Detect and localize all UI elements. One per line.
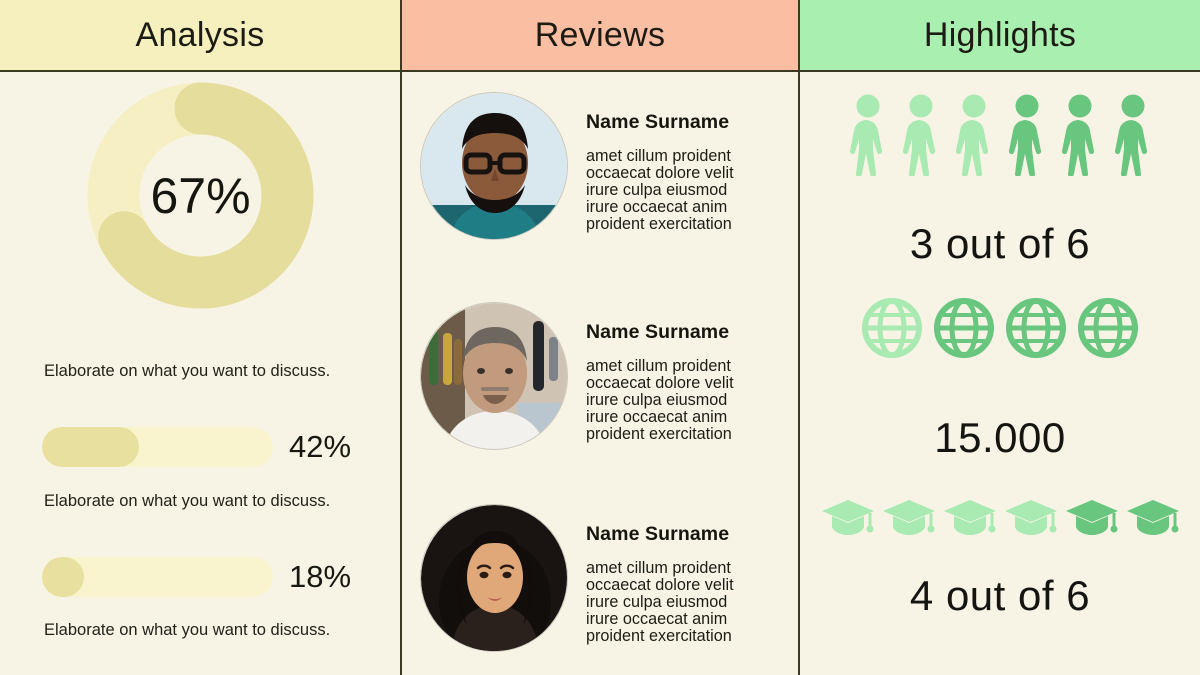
review-line: irure culpa eiusmod — [586, 391, 728, 409]
pictogram-row-globes — [800, 297, 1200, 364]
column-reviews: Reviews Name Surname amet cillum proiden… — [400, 0, 800, 675]
review-line: irure occaecat anim — [586, 408, 728, 426]
column-header-reviews: Reviews — [402, 0, 798, 72]
graduation-cap-icon — [1125, 497, 1181, 544]
review-line: irure occaecat anim — [586, 610, 728, 628]
review-item: Name Surname amet cillum proident occaec… — [420, 92, 784, 240]
analysis-caption-1: Elaborate on what you want to discuss. — [44, 362, 331, 380]
reviews-body: Name Surname amet cillum proident occaec… — [402, 72, 798, 675]
person-icon — [955, 94, 988, 177]
review-body: amet cillum proident occaecat dolore vel… — [586, 357, 734, 443]
person-icon — [844, 94, 892, 181]
progress-bar-track-1 — [42, 427, 273, 467]
infographic-slide: Analysis 67% Elaborate on what you want … — [0, 0, 1200, 675]
progress-bar-track-2 — [42, 557, 273, 597]
review-name: Name Surname — [586, 321, 730, 343]
review-text: Name Surname amet cillum proident occaec… — [586, 302, 734, 443]
person-icon — [1061, 94, 1094, 177]
globe-icon — [1077, 297, 1139, 364]
globe-icon — [862, 298, 922, 358]
pictogram-row-caps — [800, 497, 1200, 544]
graduation-cap-icon — [821, 500, 874, 535]
review-line: occaecat dolore velit — [586, 374, 734, 392]
column-header-analysis: Analysis — [0, 0, 400, 72]
graduation-cap-icon — [882, 500, 935, 535]
avatar — [420, 504, 568, 652]
globe-icon — [1005, 297, 1067, 364]
person-icon — [1003, 94, 1051, 181]
progress-bar-value-2: 18% — [289, 559, 352, 594]
review-line: irure culpa eiusmod — [586, 593, 728, 611]
column-header-highlights: Highlights — [800, 0, 1200, 72]
review-line: irure culpa eiusmod — [586, 181, 728, 199]
globe-icon — [1078, 298, 1138, 358]
globe-icon — [933, 297, 995, 364]
highlight-value-caps: 4 out of 6 — [909, 572, 1091, 619]
person-icon — [1114, 94, 1147, 177]
analysis-body: 67% Elaborate on what you want to discus… — [0, 72, 400, 675]
person-icon — [897, 94, 945, 181]
progress-bar-row-2: 18% — [42, 557, 351, 597]
progress-bar-fill-2 — [42, 557, 84, 597]
avatar — [420, 92, 568, 240]
graduation-cap-icon — [1065, 500, 1118, 535]
review-body: amet cillum proident occaecat dolore vel… — [586, 147, 734, 233]
avatar — [420, 302, 568, 450]
column-highlights: Highlights 3 out of 6 15.000 4 out of 6 — [800, 0, 1200, 675]
highlight-value-globes: 15.000 — [934, 414, 1066, 461]
globe-icon — [1006, 298, 1066, 358]
review-line: irure occaecat anim — [586, 198, 728, 216]
review-line: occaecat dolore velit — [586, 164, 734, 182]
review-body: amet cillum proident occaecat dolore vel… — [586, 559, 734, 645]
globe-icon — [934, 298, 994, 358]
review-name: Name Surname — [586, 111, 730, 133]
person-icon — [1008, 94, 1041, 177]
globe-icon — [861, 297, 923, 364]
review-line: proident exercitation — [586, 425, 732, 443]
progress-bar-fill-1 — [42, 427, 140, 467]
pictogram-row-people — [800, 94, 1200, 181]
highlights-body: 3 out of 6 15.000 4 out of 6 — [800, 72, 1200, 675]
graduation-cap-icon — [820, 497, 876, 544]
graduation-cap-icon — [881, 497, 937, 544]
review-line: amet cillum proident — [586, 559, 731, 577]
progress-bar-value-1: 42% — [289, 429, 352, 464]
person-icon — [1109, 94, 1157, 181]
review-item: Name Surname amet cillum proident occaec… — [420, 504, 784, 652]
highlight-value-people: 3 out of 6 — [909, 220, 1091, 267]
review-line: amet cillum proident — [586, 357, 731, 375]
graduation-cap-icon — [1003, 497, 1059, 544]
person-icon — [902, 94, 935, 177]
review-line: proident exercitation — [586, 627, 732, 645]
graduation-cap-icon — [943, 500, 996, 535]
review-text: Name Surname amet cillum proident occaec… — [586, 504, 734, 645]
person-icon — [950, 94, 998, 181]
donut-value-label: 67% — [150, 167, 251, 224]
progress-bar-row-1: 42% — [42, 427, 351, 467]
review-text: Name Surname amet cillum proident occaec… — [586, 92, 734, 233]
review-name: Name Surname — [586, 523, 730, 545]
review-line: amet cillum proident — [586, 147, 731, 165]
donut-chart: 67% — [84, 79, 317, 312]
graduation-cap-icon — [1004, 500, 1057, 535]
person-icon — [1056, 94, 1104, 181]
review-item: Name Surname amet cillum proident occaec… — [420, 302, 784, 450]
review-line: proident exercitation — [586, 215, 732, 233]
analysis-caption-3: Elaborate on what you want to discuss. — [44, 621, 331, 639]
review-line: occaecat dolore velit — [586, 576, 734, 594]
graduation-cap-icon — [942, 497, 998, 544]
person-icon — [849, 94, 882, 177]
graduation-cap-icon — [1126, 500, 1179, 535]
analysis-caption-2: Elaborate on what you want to discuss. — [44, 492, 331, 510]
column-analysis: Analysis 67% Elaborate on what you want … — [0, 0, 400, 675]
graduation-cap-icon — [1064, 497, 1120, 544]
